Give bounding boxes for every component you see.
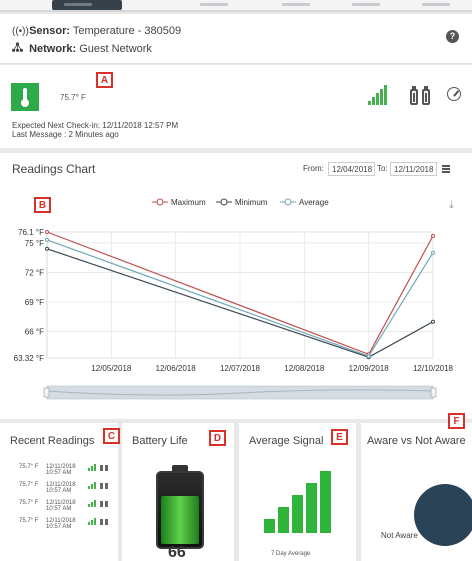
data-point (431, 250, 435, 255)
signal-strength-icon (368, 85, 388, 105)
expected-checkin: Expected Next Check-in: 12/11/2018 12:57… (12, 121, 179, 130)
checkin-info: Expected Next Check-in: 12/11/2018 12:57… (12, 121, 178, 139)
signal-icon (88, 500, 98, 507)
callout-f: F (448, 413, 465, 429)
signal-bar (320, 471, 331, 533)
last-message: Last Message : 2 Minutes ago (12, 130, 119, 139)
current-reading: 75.7° F (60, 93, 86, 102)
signal-icon (88, 464, 98, 471)
battery-icon (100, 465, 109, 471)
aware-card: Aware vs Not Aware Not Aware (361, 423, 472, 561)
network-name: Guest Network (79, 43, 152, 55)
data-point (45, 246, 49, 251)
signal-bar (264, 519, 275, 533)
x-tick-label: 12/06/2018 (156, 364, 197, 373)
readings-chart: 76.1 °F 75 °F 72 °F 69 °F 66 °F 63.32 °F 12/05… (14, 198, 454, 400)
battery-icon (100, 483, 109, 489)
reading-value: 75.7° F (19, 464, 39, 470)
reading-value: 75.7° F (19, 482, 39, 488)
callout-c: C (103, 428, 120, 444)
callout-e: E (331, 429, 348, 445)
data-point (366, 354, 371, 359)
legend-label: Maximum (171, 198, 206, 207)
legend-marker (284, 198, 292, 206)
status-panel: 75.7° F A Expected Next Check-in: 12/11/… (0, 65, 472, 148)
legend-label: Average (299, 198, 329, 207)
network-label: Network: (29, 43, 77, 55)
average-signal-title: Average Signal (249, 435, 324, 447)
top-navigation (0, 0, 472, 12)
reading-time: 12/11/2018 10:57 AM (46, 518, 76, 530)
sensor-header: ((•)) Sensor: Temperature - 380509 Netwo… (0, 14, 472, 64)
thermometer-icon (11, 83, 39, 111)
tab-2[interactable] (188, 0, 248, 10)
reading-time: 12/11/2018 10:57 AM (46, 482, 76, 494)
y-tick-label: 76.1 °F (18, 228, 44, 237)
not-aware-label: Not Aware (381, 531, 418, 540)
help-icon[interactable]: ? (446, 30, 459, 43)
x-tick-label: 12/09/2018 (349, 364, 390, 373)
battery-icon (100, 519, 109, 525)
data-point (431, 233, 435, 238)
signal-bars-icon (264, 471, 331, 533)
tab-active[interactable] (52, 0, 122, 10)
callout-d: D (209, 430, 226, 446)
data-point (45, 237, 49, 242)
sensor-name: Temperature - 380509 (72, 25, 182, 37)
recent-readings-card: Recent Readings C 75.7° F 12/11/2018 10:57… (0, 423, 120, 561)
legend-marker (156, 198, 164, 206)
y-tick-label: 72 °F (25, 268, 44, 277)
signal-icon (88, 482, 98, 489)
sensor-label: Sensor: (29, 25, 71, 37)
readings-chart-panel: Readings Chart From: 12/04/2018 To: 12/1… (0, 153, 472, 419)
y-tick-label: 63.32 °F (14, 354, 44, 363)
tab-4[interactable] (340, 0, 400, 10)
sensor-line: ((•)) Sensor: Temperature - 380509 (12, 25, 181, 37)
y-tick-label: 66 °F (25, 328, 44, 337)
reading-value: 75.7° F (19, 518, 39, 524)
navigator-handle-right[interactable] (430, 387, 437, 398)
x-tick-label: 12/05/2018 (91, 364, 132, 373)
gauge-icon[interactable] (447, 87, 461, 101)
tab-5[interactable] (410, 0, 470, 10)
callout-a: A (96, 72, 113, 88)
aware-title: Aware vs Not Aware (367, 435, 466, 447)
y-tick-label: 69 °F (25, 298, 44, 307)
navigator-handle-left[interactable] (43, 387, 50, 398)
x-tick-label: 12/07/2018 (220, 364, 261, 373)
data-point (45, 230, 49, 234)
battery-life-card: Battery Life D 66 (122, 423, 234, 561)
legend-marker (220, 198, 228, 206)
battery-icon (100, 501, 109, 507)
average-signal-card: Average Signal E 7 Day Average (239, 423, 356, 561)
signal-caption: 7 Day Average (271, 551, 311, 557)
signal-icon (88, 518, 98, 525)
battery-icon (410, 86, 432, 105)
signal-bar (278, 507, 289, 533)
data-point (431, 319, 435, 324)
recent-readings-title: Recent Readings (10, 435, 95, 447)
signal-bar (292, 495, 303, 533)
battery-level-icon (156, 471, 204, 549)
reading-time: 12/11/2018 10:57 AM (46, 500, 76, 512)
legend-label: Minimum (235, 198, 268, 207)
y-tick-label: 75 °F (25, 239, 44, 248)
network-line: Network: Guest Network (12, 42, 152, 55)
network-tree-icon (12, 42, 26, 55)
aware-pie-chart (414, 484, 472, 546)
reading-value: 75.7° F (19, 500, 39, 506)
battery-percent: 66 (168, 544, 186, 561)
x-tick-label: 12/10/2018 (413, 364, 454, 373)
reading-time: 12/11/2018 10:57 AM (46, 464, 76, 476)
x-tick-label: 12/08/2018 (284, 364, 325, 373)
tab-3[interactable] (270, 0, 330, 10)
battery-life-title: Battery Life (132, 435, 188, 447)
signal-bar (306, 483, 317, 533)
wireless-signal-icon: ((•)) (12, 26, 29, 37)
